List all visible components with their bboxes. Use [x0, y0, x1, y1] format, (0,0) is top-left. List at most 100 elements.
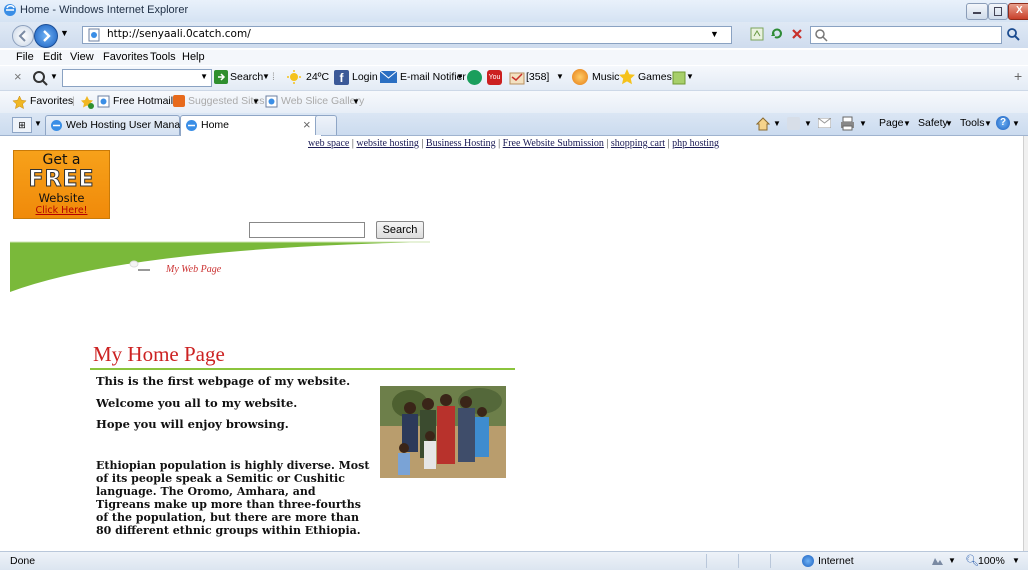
- recent-pages-dropdown-icon[interactable]: ▼: [60, 28, 69, 38]
- games-button[interactable]: Games: [638, 71, 672, 83]
- protected-mode-dropdown-icon[interactable]: ▼: [948, 556, 956, 565]
- page-heading: My Home Page: [93, 342, 225, 366]
- link-php-hosting[interactable]: php hosting: [672, 138, 719, 149]
- close-tab-icon[interactable]: ×: [303, 117, 311, 132]
- tools-menu-dropdown-icon[interactable]: ▼: [984, 119, 992, 128]
- banner-click-here-link[interactable]: Click Here!: [14, 205, 109, 216]
- zoom-dropdown-icon[interactable]: ▼: [1012, 556, 1020, 565]
- link-shopping-cart[interactable]: shopping cart: [611, 138, 665, 149]
- print-dropdown-icon[interactable]: ▼: [859, 119, 867, 128]
- refresh-icon[interactable]: [770, 27, 784, 41]
- notification-badge-icon: [509, 72, 525, 85]
- link-web-space[interactable]: web space: [308, 138, 349, 149]
- ie-tab-icon: [51, 120, 62, 131]
- suggested-sites-dropdown-icon[interactable]: ▼: [252, 97, 260, 106]
- address-dropdown-icon[interactable]: ▼: [710, 29, 719, 39]
- add-on-toolbar: × ▼ ▼ Search ▼ ⁞ 24ºC f Login E-mail Not…: [0, 66, 1028, 91]
- tab-web-hosting[interactable]: Web Hosting User Manage...: [45, 115, 201, 135]
- messenger-icon[interactable]: [467, 70, 482, 85]
- forward-button[interactable]: [34, 24, 58, 48]
- maximize-button[interactable]: [988, 3, 1008, 20]
- security-zone[interactable]: Internet: [818, 555, 854, 567]
- tab-list-dropdown-icon[interactable]: ▼: [34, 119, 42, 128]
- status-bar: Done Internet ▼ 🔍︎ 100% ▼: [0, 551, 1028, 570]
- browser-search-input[interactable]: [810, 26, 1002, 44]
- address-url: http://senyaali.0catch.com/: [107, 28, 251, 40]
- favorites-button[interactable]: Favorites: [30, 95, 73, 107]
- quick-tabs-icon[interactable]: ⊞: [12, 117, 32, 133]
- compatibility-view-icon[interactable]: [750, 27, 764, 41]
- toolbar-options-dropdown-icon[interactable]: ▼: [686, 72, 694, 81]
- close-toolbar-icon[interactable]: ×: [14, 69, 22, 84]
- search-dropdown-icon[interactable]: ▼: [262, 72, 270, 81]
- toolbar-search-dropdown-icon[interactable]: ▼: [200, 72, 208, 81]
- zoom-icon: 🔍︎: [965, 555, 979, 567]
- paragraph-2: Welcome you all to my website.: [96, 396, 298, 410]
- title-bar: Home - Windows Internet Explorer X: [0, 0, 1028, 23]
- add-toolbar-icon[interactable]: +: [1014, 68, 1022, 84]
- page-scrollbar[interactable]: [1023, 136, 1028, 551]
- suggested-sites-icon: [173, 95, 185, 107]
- login-button[interactable]: Login: [352, 71, 378, 83]
- back-button[interactable]: [12, 25, 34, 47]
- safety-menu-dropdown-icon[interactable]: ▼: [945, 119, 953, 128]
- banner-line-1: Get a: [42, 152, 81, 168]
- music-button[interactable]: Music: [592, 71, 619, 83]
- search-options-dropdown-icon[interactable]: ▼: [50, 72, 58, 81]
- add-favorite-icon[interactable]: [80, 95, 95, 109]
- toolbar-options-icon[interactable]: [672, 69, 686, 85]
- free-hotmail-link[interactable]: Free Hotmail: [113, 95, 173, 107]
- home-dropdown-icon[interactable]: ▼: [773, 119, 781, 128]
- status-divider: [706, 554, 707, 568]
- link-free-website-submission[interactable]: Free Website Submission: [503, 138, 604, 149]
- link-business-hosting[interactable]: Business Hosting: [426, 138, 496, 149]
- back-arrow-icon: [18, 30, 26, 42]
- help-dropdown-icon[interactable]: ▼: [1012, 119, 1020, 128]
- stop-icon[interactable]: [790, 27, 804, 41]
- notification-count[interactable]: [358]: [526, 71, 549, 83]
- tab-label: Home: [201, 119, 230, 131]
- page-menu-dropdown-icon[interactable]: ▼: [903, 119, 911, 128]
- youtube-icon[interactable]: You: [487, 70, 502, 85]
- help-icon[interactable]: ?: [996, 116, 1010, 130]
- tools-menu[interactable]: Tools: [960, 117, 985, 129]
- count-dropdown-icon[interactable]: ▼: [556, 72, 564, 81]
- menu-edit[interactable]: Edit: [43, 51, 62, 63]
- tab-home[interactable]: Home ×: [180, 115, 322, 137]
- site-search-button[interactable]: Search: [376, 221, 424, 239]
- fav-separator: |: [72, 95, 75, 107]
- email-dropdown-icon[interactable]: ▼: [456, 72, 464, 81]
- search-go-icon[interactable]: [1006, 27, 1020, 41]
- menu-view[interactable]: View: [70, 51, 94, 63]
- menu-tools[interactable]: Tools: [150, 51, 176, 63]
- menu-help[interactable]: Help: [182, 51, 205, 63]
- feeds-icon[interactable]: [787, 117, 800, 130]
- read-mail-icon[interactable]: [818, 118, 831, 128]
- home-icon[interactable]: [756, 117, 770, 131]
- page-icon: [88, 28, 100, 42]
- status-divider: [738, 554, 739, 568]
- zoom-level[interactable]: 100%: [978, 555, 1005, 567]
- free-website-banner[interactable]: Get a FREE Website Click Here!: [13, 150, 110, 219]
- web-slice-dropdown-icon[interactable]: ▼: [352, 97, 360, 106]
- site-search-input[interactable]: [249, 222, 365, 238]
- weather-temperature[interactable]: 24ºC: [306, 71, 329, 83]
- menu-favorites[interactable]: Favorites: [103, 51, 148, 63]
- family-photo: [380, 386, 506, 478]
- top-links: web space | website hosting | Business H…: [308, 138, 720, 149]
- page-menu[interactable]: Page: [879, 117, 904, 129]
- new-tab-button[interactable]: [315, 115, 337, 135]
- address-field[interactable]: http://senyaali.0catch.com/ ▼: [82, 26, 732, 44]
- link-website-hosting[interactable]: website hosting: [356, 138, 419, 149]
- close-button[interactable]: X: [1008, 3, 1028, 20]
- toolbar-search-button[interactable]: Search: [230, 71, 263, 83]
- protected-mode-icon[interactable]: [930, 555, 944, 567]
- safety-menu[interactable]: Safety: [918, 117, 948, 129]
- minimize-button[interactable]: [966, 3, 988, 20]
- games-star-icon: [619, 69, 635, 85]
- banner-line-2: FREE: [28, 167, 95, 193]
- menu-file[interactable]: File: [16, 51, 34, 63]
- feeds-dropdown-icon[interactable]: ▼: [804, 119, 812, 128]
- print-icon[interactable]: [840, 116, 855, 131]
- toolbar-search-input[interactable]: ▼: [62, 69, 212, 87]
